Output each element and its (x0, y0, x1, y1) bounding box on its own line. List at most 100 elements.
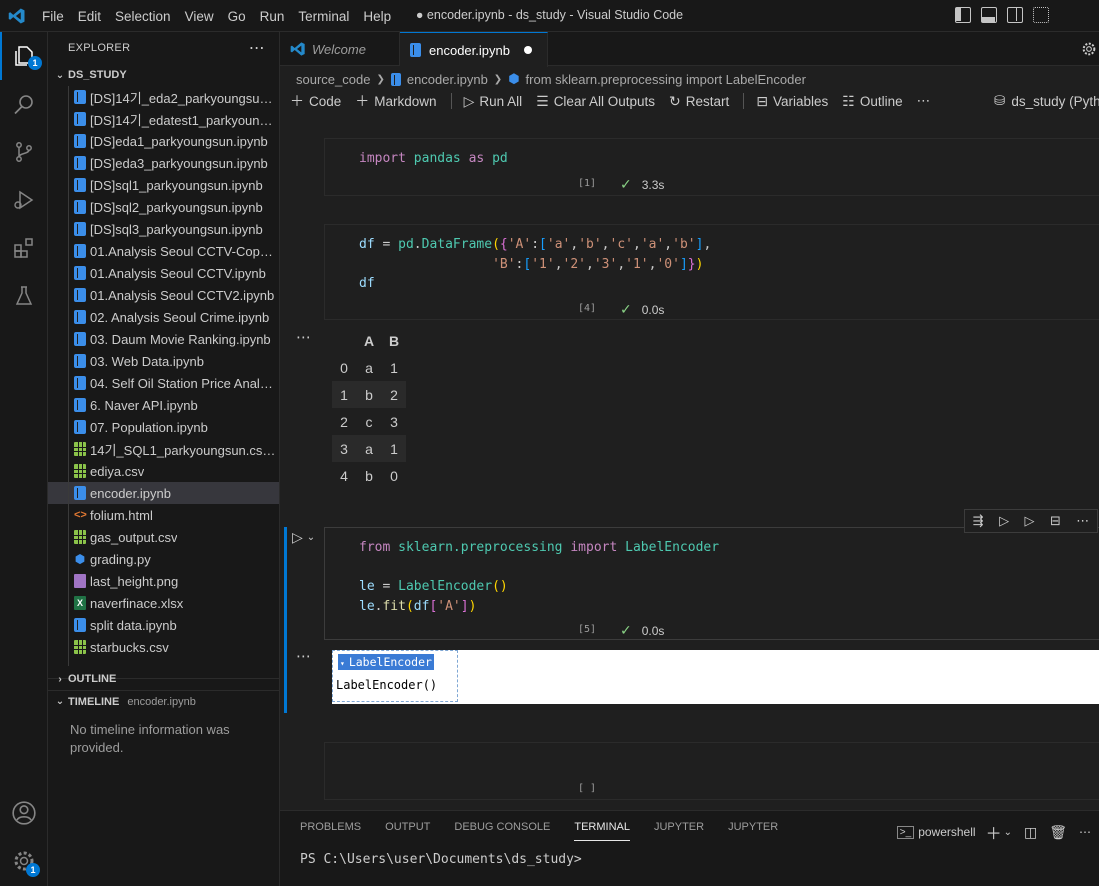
kernel-picker[interactable]: ⛁ ds_study (Python (994, 90, 1099, 112)
execute-below-icon[interactable]: ▷ (1025, 513, 1035, 529)
toggle-panel-icon[interactable] (981, 7, 997, 23)
file-tree-item[interactable]: [DS]eda3_parkyoungsun.ipynb (48, 152, 279, 174)
clear-outputs-label: Clear All Outputs (553, 93, 655, 109)
file-tree-item[interactable]: ⬢ grading.py (48, 548, 279, 570)
menu-edit[interactable]: Edit (78, 9, 101, 24)
file-tree-item[interactable]: 02. Analysis Seoul Crime.ipynb (48, 306, 279, 328)
file-tree-item[interactable]: 14기_SQL1_parkyoungsun.csv.csv (48, 438, 279, 460)
file-tree-item[interactable]: [DS]14기_eda2_parkyoungsun.ipynb (48, 86, 279, 108)
menu-view[interactable]: View (185, 9, 214, 24)
menu-terminal[interactable]: Terminal (298, 9, 349, 24)
code-cell-3[interactable]: from sklearn.preprocessing import LabelE… (324, 527, 1099, 640)
file-tree-item[interactable]: [DS]14기_edatest1_parkyoungsun.ipynb (48, 108, 279, 130)
chevron-down-icon[interactable]: ⌄ (1004, 827, 1012, 838)
file-tree-item[interactable]: 07. Population.ipynb (48, 416, 279, 438)
restart-button[interactable]: ↻ Restart (669, 93, 729, 110)
file-tree-item[interactable]: 04. Self Oil Station Price Analysis.ipyn… (48, 372, 279, 394)
file-name: [DS]14기_eda2_parkyoungsun.ipynb (90, 90, 279, 106)
menu-file[interactable]: File (42, 9, 64, 24)
code-cell-2[interactable]: df = pd.DataFrame({'A':['a','b','c','a',… (324, 224, 1099, 320)
menu-help[interactable]: Help (363, 9, 391, 24)
file-tree-item[interactable]: <> folium.html (48, 504, 279, 526)
tab-problems[interactable]: PROBLEMS (300, 821, 361, 841)
file-tree-item[interactable]: [DS]sql1_parkyoungsun.ipynb (48, 174, 279, 196)
cell-3-source[interactable]: from sklearn.preprocessing import LabelE… (359, 538, 719, 616)
more-icon[interactable]: ⋯ (1076, 513, 1089, 529)
file-tree-item[interactable]: ediya.csv (48, 460, 279, 482)
tab-terminal[interactable]: TERMINAL (574, 821, 630, 841)
customize-layout-icon[interactable] (1033, 7, 1049, 23)
run-cell-button[interactable]: ▷ ⌄ (292, 529, 315, 546)
timeline-header[interactable]: ⌄ TIMELINE encoder.ipynb (48, 690, 280, 712)
menu-run[interactable]: Run (260, 9, 285, 24)
menu-go[interactable]: Go (228, 9, 246, 24)
breadcrumb-folder[interactable]: source_code (296, 72, 370, 87)
run-all-button[interactable]: ▷ Run All (464, 93, 523, 110)
folder-header[interactable]: ⌄ DS_STUDY (48, 64, 279, 86)
tab-encoder-notebook[interactable]: encoder.ipynb (400, 32, 548, 67)
run-debug-icon[interactable] (0, 176, 48, 224)
menu-selection[interactable]: Selection (115, 9, 171, 24)
add-markdown-cell-button[interactable]: ＋ Markdown (355, 91, 436, 111)
unsaved-dot-icon[interactable] (523, 46, 532, 54)
code-cell-1[interactable]: import pandas as pd (324, 138, 1099, 196)
split-terminal-icon[interactable]: ◫ (1024, 824, 1037, 841)
kill-terminal-trash-icon[interactable]: 🗑 (1049, 824, 1067, 841)
file-tree-item[interactable]: split data.ipynb (48, 614, 279, 636)
new-terminal-plus-icon[interactable]: ＋ (986, 820, 1002, 844)
file-tree-item[interactable]: 01.Analysis Seoul CCTV-Copy1.ipynb (48, 240, 279, 262)
tab-debug-console[interactable]: DEBUG CONSOLE (454, 821, 550, 841)
file-tree-item[interactable]: starbucks.csv (48, 636, 279, 658)
execute-above-icon[interactable]: ▷ (999, 513, 1009, 529)
file-tree-item[interactable]: 01.Analysis Seoul CCTV.ipynb (48, 262, 279, 284)
variables-button[interactable]: ⊟ Variables (756, 93, 828, 110)
source-control-icon[interactable] (0, 128, 48, 176)
outline-button[interactable]: ☷ Outline (842, 93, 902, 110)
account-icon[interactable] (0, 789, 48, 837)
file-tree-item[interactable]: [DS]eda1_parkyoungsun.ipynb (48, 130, 279, 152)
explorer-icon[interactable]: 1 (0, 32, 48, 80)
add-code-cell-button[interactable]: ＋ Code (290, 91, 341, 111)
toggle-primary-sidebar-icon[interactable] (955, 7, 971, 23)
tab-output[interactable]: OUTPUT (385, 821, 430, 841)
tab-jupyter-2[interactable]: JUPYTER (728, 821, 778, 841)
file-tree-item[interactable]: [DS]sql2_parkyoungsun.ipynb (48, 196, 279, 218)
toolbar-more-button[interactable]: ⋯ (917, 93, 931, 109)
cell-1-source[interactable]: import pandas as pd (359, 149, 508, 169)
outline-header[interactable]: › OUTLINE (48, 668, 280, 690)
estimator-toggle[interactable]: ▾ LabelEncoder (338, 654, 434, 670)
row-index: 1 (332, 381, 356, 408)
breadcrumb-cell[interactable]: from sklearn.preprocessing import LabelE… (526, 72, 806, 87)
more-actions-icon[interactable]: ⋯ (249, 38, 265, 58)
terminal-shell-label[interactable]: powershell (918, 825, 975, 839)
settings-gear-icon[interactable] (1081, 41, 1097, 57)
extensions-icon[interactable] (0, 224, 48, 272)
more-icon[interactable]: ⋯ (1079, 825, 1091, 839)
file-tree-item[interactable]: 03. Web Data.ipynb (48, 350, 279, 372)
output-more-icon[interactable]: ⋯ (296, 328, 311, 346)
file-tree-item[interactable]: [DS]sql3_parkyoungsun.ipynb (48, 218, 279, 240)
split-cell-icon[interactable]: ⊟ (1050, 513, 1061, 529)
testing-icon[interactable] (0, 272, 48, 320)
search-icon[interactable] (0, 80, 48, 128)
file-name: 02. Analysis Seoul Crime.ipynb (90, 309, 270, 325)
tab-welcome[interactable]: Welcome (280, 32, 400, 66)
run-by-line-icon[interactable]: ⇶ (973, 513, 984, 529)
manage-gear-icon[interactable]: 1 (0, 837, 48, 885)
clear-all-outputs-button[interactable]: ☰ Clear All Outputs (536, 93, 655, 110)
terminal-prompt[interactable]: PS C:\Users\user\Documents\ds_study> (300, 852, 582, 867)
file-tree-item[interactable]: 03. Daum Movie Ranking.ipynb (48, 328, 279, 350)
file-tree-item[interactable]: 01.Analysis Seoul CCTV2.ipynb (48, 284, 279, 306)
outline-label: OUTLINE (68, 673, 117, 685)
file-tree-item[interactable]: last_height.png (48, 570, 279, 592)
breadcrumb-file[interactable]: encoder.ipynb (407, 72, 488, 87)
code-cell-4[interactable] (324, 742, 1099, 800)
file-tree-item[interactable]: 6. Naver API.ipynb (48, 394, 279, 416)
file-tree-item[interactable]: encoder.ipynb (48, 482, 279, 504)
file-tree-item[interactable]: Xnaverfinace.xlsx (48, 592, 279, 614)
tab-jupyter[interactable]: JUPYTER (654, 821, 704, 841)
output-more-icon[interactable]: ⋯ (296, 647, 311, 665)
cell-2-source[interactable]: df = pd.DataFrame({'A':['a','b','c','a',… (359, 235, 711, 294)
file-tree-item[interactable]: gas_output.csv (48, 526, 279, 548)
toggle-secondary-sidebar-icon[interactable] (1007, 7, 1023, 23)
